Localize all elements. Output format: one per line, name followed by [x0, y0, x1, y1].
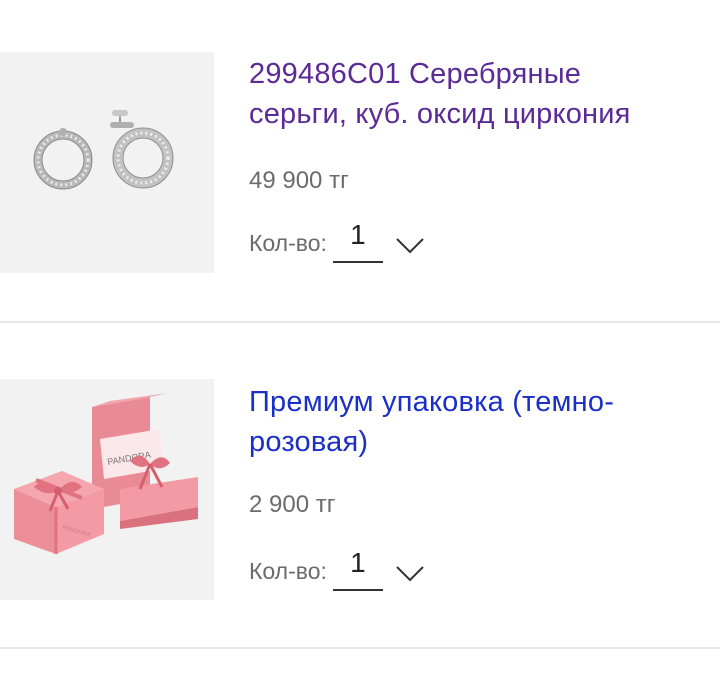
quantity-control: Кол-во: 1 — [249, 547, 383, 591]
product-title-line[interactable]: 299486C01 Серебряные — [249, 54, 709, 94]
gift-box-image: PANDORA PANDORA — [14, 393, 198, 554]
cart-item: PANDORA PANDORA Премиум упаковка (темно-… — [0, 324, 720, 648]
product-title[interactable]: Премиум упаковка (темно- розовая) — [249, 382, 709, 462]
quantity-value: 1 — [350, 547, 366, 578]
divider — [0, 647, 720, 649]
product-title-line[interactable]: розовая) — [249, 422, 709, 462]
product-title[interactable]: 299486C01 Серебряные серьги, куб. оксид … — [249, 54, 709, 134]
product-image-gift-box[interactable]: PANDORA PANDORA — [0, 379, 214, 600]
quantity-select[interactable]: 1 — [332, 547, 383, 591]
earrings-image — [33, 110, 174, 190]
product-image-earrings[interactable] — [0, 52, 214, 273]
product-title-line[interactable]: Премиум упаковка (темно- — [249, 382, 709, 422]
chevron-down-icon[interactable] — [395, 565, 425, 583]
quantity-value: 1 — [350, 219, 366, 250]
quantity-label: Кол-во: — [249, 558, 327, 584]
product-price: 49 900 тг — [249, 167, 349, 194]
quantity-control: Кол-во: 1 — [249, 219, 383, 263]
divider — [0, 321, 720, 323]
product-title-line[interactable]: серьги, куб. оксид циркония — [249, 94, 709, 134]
quantity-select[interactable]: 1 — [332, 219, 383, 263]
chevron-down-icon[interactable] — [395, 237, 425, 255]
quantity-label: Кол-во: — [249, 230, 327, 256]
cart-item: 299486C01 Серебряные серьги, куб. оксид … — [0, 0, 720, 322]
product-price: 2 900 тг — [249, 491, 336, 518]
